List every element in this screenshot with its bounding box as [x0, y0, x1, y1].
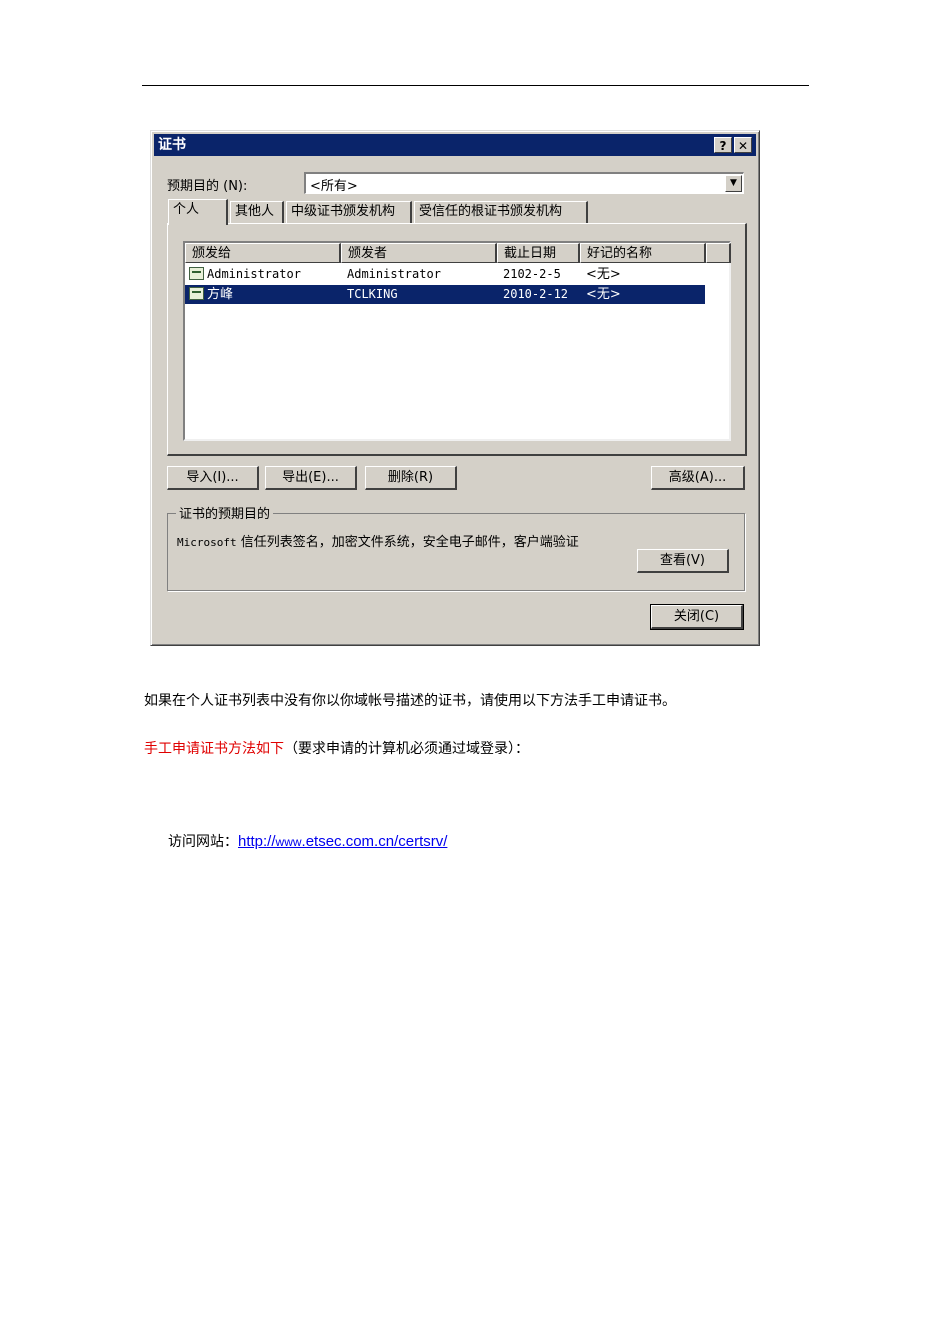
manual-request-note: （要求申请的计算机必须通过域登录）：	[284, 741, 529, 757]
cell-expires: 2010-2-12	[503, 287, 569, 301]
dialog-titlebar: 证书 ? ✕	[154, 134, 756, 156]
certificate-icon	[189, 287, 204, 300]
certificates-dialog: 证书 ? ✕ 预期目的 (N): <所有> ▼ 个人 其他人 中级证书颁发机构 …	[150, 130, 760, 646]
purposes-en: Microsoft	[177, 536, 237, 549]
table-row[interactable]: 方峰 TCLKING 2010-2-12 <无>	[185, 285, 705, 304]
purposes-cn: 信任列表签名，加密文件系统，安全电子邮件，客户端验证	[236, 535, 579, 550]
table-row[interactable]: Administrator Administrator 2102-2-5 <无>	[185, 265, 705, 284]
manual-request-heading: 手工申请证书方法如下	[144, 741, 284, 757]
dialog-title: 证书	[158, 137, 186, 153]
cell-issued-by: Administrator	[347, 267, 441, 281]
certificate-list[interactable]: 颁发给 颁发者 截止日期 好记的名称 Administrator Adminis…	[183, 241, 731, 441]
header-rule	[142, 85, 809, 86]
purposes-text: Microsoft 信任列表签名，加密文件系统，安全电子邮件，客户端验证	[177, 531, 579, 550]
delete-button[interactable]: 删除(R)	[365, 466, 457, 490]
import-button[interactable]: 导入(I)...	[167, 466, 259, 490]
purposes-group-caption: 证书的预期目的	[176, 503, 274, 522]
purpose-value: <所有>	[310, 179, 358, 194]
tab-personal[interactable]: 个人	[168, 199, 228, 225]
cell-issued-to: 方峰	[207, 287, 234, 302]
help-button[interactable]: ?	[714, 137, 732, 153]
column-friendly-name[interactable]: 好记的名称	[580, 243, 706, 263]
column-spacer	[706, 243, 731, 263]
cell-friendly: <无>	[586, 287, 621, 302]
column-issued-by[interactable]: 颁发者	[341, 243, 497, 263]
cell-issued-by: TCLKING	[347, 287, 398, 301]
url-www: www	[275, 835, 302, 849]
url-host-path: .etsec.com.cn/certsrv/	[301, 833, 448, 850]
paragraph-no-cert: 如果在个人证书列表中没有你以你域帐号描述的证书，请使用以下方法手工申请证书。	[144, 693, 676, 709]
chevron-down-icon[interactable]: ▼	[725, 175, 742, 192]
close-button[interactable]: 关闭(C)	[650, 604, 744, 630]
column-issued-to[interactable]: 颁发给	[185, 243, 341, 263]
close-icon[interactable]: ✕	[734, 137, 752, 153]
purpose-label: 预期目的 (N):	[167, 179, 248, 194]
paragraph-manual-request: 手工申请证书方法如下（要求申请的计算机必须通过域登录）：	[144, 738, 529, 758]
tab-intermediate-ca[interactable]: 中级证书颁发机构	[286, 201, 412, 223]
paragraph-visit-site: 访问网站：http://www.etsec.com.cn/certsrv/	[168, 831, 447, 851]
tab-others[interactable]: 其他人	[230, 201, 284, 223]
cell-friendly: <无>	[586, 267, 621, 282]
tab-trusted-root-ca[interactable]: 受信任的根证书颁发机构	[414, 201, 588, 223]
column-expiration[interactable]: 截止日期	[497, 243, 580, 263]
export-button[interactable]: 导出(E)...	[265, 466, 357, 490]
cell-issued-to: Administrator	[207, 267, 301, 281]
url-scheme: http://	[238, 833, 276, 850]
purpose-select[interactable]: <所有> ▼	[304, 172, 744, 194]
view-button[interactable]: 查看(V)	[637, 549, 729, 573]
advanced-button[interactable]: 高级(A)...	[651, 466, 745, 490]
certsrv-link[interactable]: http://www.etsec.com.cn/certsrv/	[238, 833, 447, 850]
cell-expires: 2102-2-5	[503, 267, 561, 281]
visit-label: 访问网站：	[168, 834, 238, 850]
certificate-icon	[189, 267, 204, 280]
